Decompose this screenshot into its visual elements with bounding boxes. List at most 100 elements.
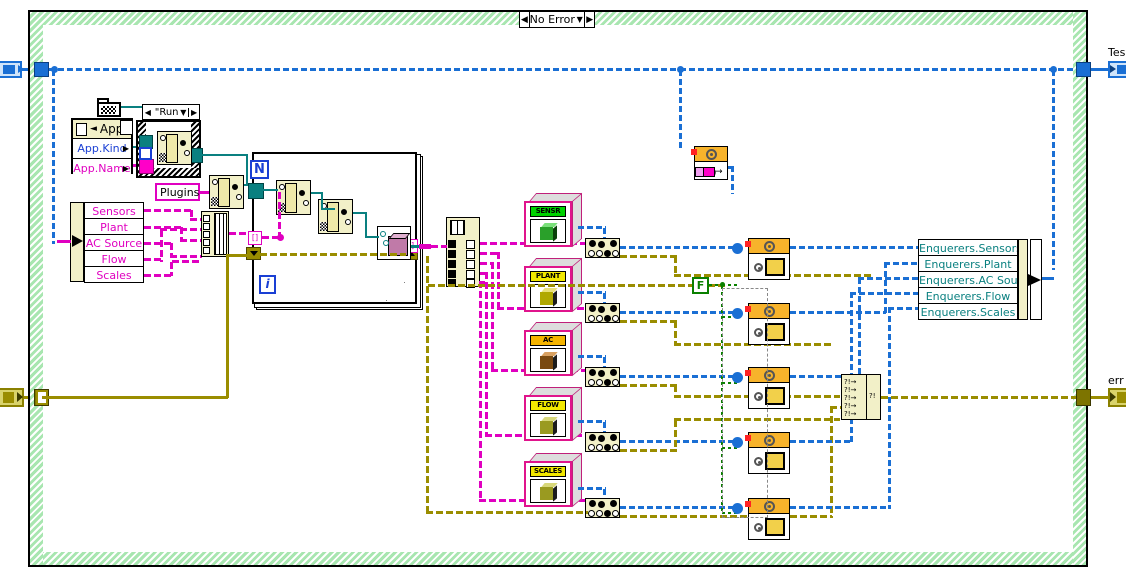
- for-loop-tunnel-array[interactable]: []: [248, 231, 262, 245]
- subvi-sensors-tag: SENSR: [530, 206, 566, 217]
- sc1-d4: [588, 250, 595, 257]
- gear-icon-small: [754, 263, 763, 272]
- bundle-out-arrow: [1028, 274, 1041, 286]
- array-node-dot-a: [380, 231, 386, 237]
- sc1-d2: [598, 241, 605, 248]
- test-out-label: Tes: [1108, 46, 1125, 59]
- open-ref-node-param-arrow: →: [715, 168, 723, 176]
- build-array-in-5: [203, 247, 210, 254]
- unbundle-sq-4: [466, 270, 475, 279]
- run-sensors-row[interactable]: [749, 254, 789, 280]
- wire-tunnel-marker: [419, 244, 431, 249]
- app-property-name[interactable]: App.Name ▶: [73, 158, 131, 178]
- run-vi-invoke-node-sensors[interactable]: [748, 238, 790, 280]
- test-out-arrow: [1110, 65, 1116, 73]
- wire-err-sc3: [620, 384, 678, 387]
- input-item-plant: Plant: [84, 218, 144, 235]
- case-border-left: [30, 12, 43, 565]
- subvi-flow-side: [572, 387, 582, 441]
- wire-openref-out-h: [728, 166, 734, 169]
- unbundle-out-4[interactable]: [448, 270, 456, 278]
- inner-case-tunnel-string[interactable]: [139, 159, 154, 174]
- error-out-arrow: [1110, 392, 1116, 402]
- index-array-dot-a: [279, 184, 285, 190]
- case-prev-arrow[interactable]: ◀: [520, 12, 530, 27]
- wire-scales-2: [172, 260, 202, 263]
- output-item-sensors: Enquerers.Sensors: [918, 239, 1018, 256]
- index-array-dot-b: [299, 190, 305, 196]
- subvi-flow-cube: [540, 417, 557, 434]
- chevron-down-icon[interactable]: ▼: [575, 15, 584, 24]
- wire-loop-array-v: [278, 192, 281, 238]
- unbundle-out-3[interactable]: [448, 260, 456, 268]
- subvi-ac-source[interactable]: AC: [524, 322, 582, 378]
- subvi-sensors[interactable]: SENSR: [524, 193, 582, 249]
- for-loop-iteration-terminal[interactable]: i: [259, 275, 276, 294]
- wire-down-to-open-ref: [679, 70, 682, 148]
- current-vi-path-icon[interactable]: [97, 98, 121, 117]
- tunnel-error-out[interactable]: [1076, 389, 1091, 406]
- subvi-scales-tag: SCALES: [530, 466, 566, 477]
- output-item-ac-source: Enquerers.AC Source: [918, 271, 1018, 288]
- sc4-d6: [604, 444, 611, 451]
- sc5-d3: [610, 500, 617, 507]
- false-boolean-constant[interactable]: F: [692, 277, 709, 294]
- case-selector-value: No Error: [530, 12, 575, 27]
- sc2-d6: [604, 315, 611, 322]
- for-loop-count-terminal[interactable]: N: [250, 160, 269, 179]
- tunnel-refnum-out[interactable]: [1076, 62, 1091, 77]
- wire-ub4-v: [485, 272, 488, 437]
- sc3-d6: [604, 379, 611, 386]
- sc1-d6: [604, 250, 611, 257]
- case-selector[interactable]: ◀ No Error ▼ ▶: [519, 11, 595, 28]
- subvi-scales-inner: [530, 479, 566, 503]
- inner-case-chevron-down-icon[interactable]: ▼: [179, 108, 189, 117]
- case-next-arrow[interactable]: ▶: [584, 12, 594, 27]
- inner-case-next-arrow[interactable]: ▶: [188, 108, 199, 117]
- app-property-kind[interactable]: App.Kind ▶: [73, 138, 131, 158]
- test-out-glyph: [1117, 65, 1126, 74]
- wire-flow-v: [160, 230, 163, 262]
- for-loop-tunnel-ref[interactable]: [248, 183, 264, 199]
- subvi-sensors-side: [572, 193, 582, 247]
- bundle-by-name-bar-1[interactable]: [1018, 239, 1028, 320]
- subvi-ac-tag: AC: [530, 335, 566, 346]
- wire-err-main: [428, 284, 728, 287]
- plugins-string-constant[interactable]: Plugins: [155, 183, 200, 201]
- inner-case-question-icon: [139, 147, 152, 160]
- sc4-d4: [588, 444, 595, 451]
- merge-errors-in-3: ?!→: [844, 394, 856, 402]
- unbundle-sq-3: [466, 260, 475, 269]
- unbundle-cluster-icon: [450, 220, 465, 235]
- wire-run1-out: [790, 246, 918, 249]
- input-cluster-arrow: [72, 235, 83, 247]
- open-ref-node-in-marker: [691, 149, 697, 155]
- wire-openref-out: [731, 166, 734, 194]
- build-path-dot-c2: [236, 194, 242, 200]
- gear-icon: [764, 241, 775, 252]
- app-kind-label: App.Kind: [77, 142, 126, 155]
- run-arrow-icon: [765, 258, 785, 276]
- unbundle-out-1[interactable]: [448, 240, 456, 248]
- merge-errors-in-5: ?!→: [844, 410, 856, 418]
- wire-case-to-build2: [201, 154, 248, 156]
- wire-index-to-build2: [321, 208, 335, 210]
- wire-top-bus-right: [680, 68, 1075, 71]
- wire-err-sc1-v: [674, 256, 677, 276]
- subvi-scales[interactable]: SCALES: [524, 453, 582, 509]
- gear-icon-small: [754, 523, 763, 532]
- wire-sensr-out: [578, 226, 606, 229]
- inner-case-selector[interactable]: ◀ "Run ▼ ▶: [142, 104, 200, 120]
- tunnel-refnum-in[interactable]: [34, 62, 49, 77]
- input-item-sensors: Sensors: [84, 202, 144, 219]
- merge-errors-out-glyph: ?!: [869, 392, 876, 400]
- sc4-d2: [598, 435, 605, 442]
- index-array-glyph: [285, 183, 297, 213]
- wire-error-up: [226, 256, 229, 398]
- wire-bundle-out: [1042, 277, 1054, 280]
- inner-case-prev-arrow[interactable]: ◀: [143, 108, 153, 117]
- app-name-arrow: ▶: [123, 164, 129, 173]
- app-node-ref-icon: [76, 123, 87, 136]
- unbundle-out-2[interactable]: [448, 250, 456, 258]
- subvi-flow[interactable]: FLOW: [524, 387, 582, 443]
